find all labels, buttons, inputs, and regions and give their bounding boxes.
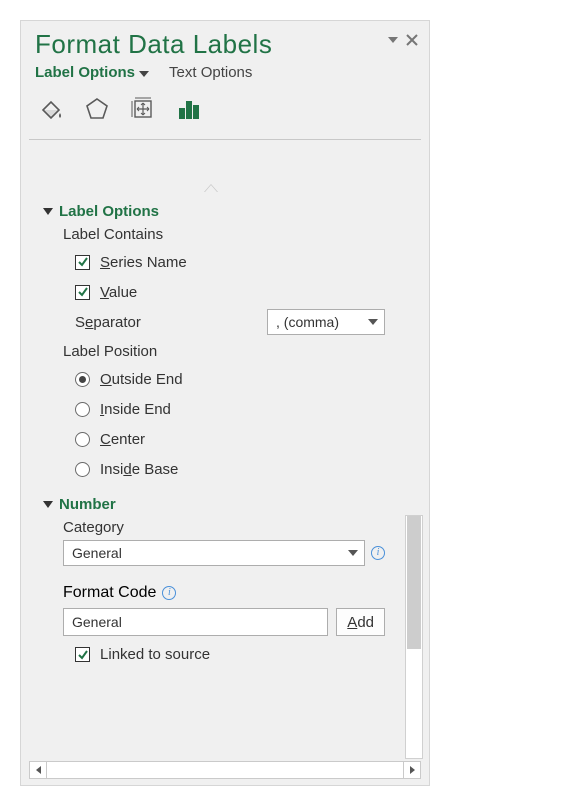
checkbox-series-name[interactable]: Series Name [75, 249, 421, 275]
scrollbar-track[interactable] [47, 761, 403, 779]
section-label-options[interactable]: Label Options [45, 203, 421, 220]
outside-end-label: Outside End [100, 371, 183, 388]
vertical-scrollbar[interactable] [405, 515, 423, 759]
format-code-label: Format Code [63, 584, 156, 602]
separator-row: Separator , (comma) [75, 309, 385, 335]
size-properties-icon[interactable] [127, 93, 159, 125]
chevron-down-icon [139, 71, 149, 77]
chevron-down-icon [368, 319, 378, 325]
inside-end-label: Inside End [100, 401, 171, 418]
info-icon[interactable]: i [162, 586, 176, 600]
panel-body: Label Options Label Contains Series Name… [21, 191, 429, 761]
radio-outside-end[interactable]: Outside End [75, 366, 421, 392]
checkbox-value[interactable]: Value [75, 279, 421, 305]
category-icon-row [21, 87, 429, 139]
collapse-icon [43, 208, 53, 215]
scroll-right-button[interactable] [403, 761, 421, 779]
effects-icon[interactable] [81, 93, 113, 125]
radio-inside-end[interactable]: Inside End [75, 396, 421, 422]
section-number-title: Number [59, 496, 116, 513]
radio-icon [75, 402, 90, 417]
inside-base-label: Inside Base [100, 461, 178, 478]
task-pane-options-icon[interactable] [387, 34, 399, 46]
scrollbar-thumb[interactable] [407, 516, 421, 649]
info-icon[interactable]: i [371, 546, 385, 560]
scroll-left-button[interactable] [29, 761, 47, 779]
add-button[interactable]: Add [336, 608, 385, 636]
radio-icon [75, 372, 90, 387]
divider [29, 139, 421, 140]
section-number[interactable]: Number [45, 496, 421, 513]
section-label-options-title: Label Options [59, 203, 159, 220]
checkbox-linked-to-source[interactable]: Linked to source [75, 646, 421, 663]
label-contains-heading: Label Contains [63, 226, 421, 243]
separator-dropdown[interactable]: , (comma) [267, 309, 385, 335]
separator-value: , (comma) [276, 314, 339, 330]
checkbox-icon [75, 285, 90, 300]
triangle-left-icon [36, 766, 41, 774]
collapse-icon [43, 501, 53, 508]
close-icon[interactable] [405, 33, 419, 47]
fill-line-icon[interactable] [35, 93, 67, 125]
triangle-right-icon [410, 766, 415, 774]
radio-icon [75, 462, 90, 477]
label-position-heading: Label Position [63, 343, 421, 360]
category-dropdown[interactable]: General [63, 540, 365, 566]
horizontal-scrollbar[interactable] [29, 761, 421, 779]
tab-text-options[interactable]: Text Options [169, 64, 252, 81]
label-options-icon[interactable] [173, 93, 205, 125]
radio-inside-base[interactable]: Inside Base [75, 456, 421, 482]
radio-icon [75, 432, 90, 447]
titlebar: Format Data Labels [21, 21, 429, 60]
value-label: Value [100, 284, 137, 301]
format-code-input[interactable] [63, 608, 328, 636]
checkbox-icon [75, 255, 90, 270]
options-tabs: Label Options Text Options [21, 60, 429, 87]
checkbox-icon [75, 647, 90, 662]
series-name-label: Series Name [100, 254, 187, 271]
category-value: General [72, 545, 122, 561]
center-label: Center [100, 431, 145, 448]
tab-label-options-text: Label Options [35, 64, 135, 81]
category-label: Category [63, 519, 421, 536]
chevron-down-icon [348, 550, 358, 556]
linked-label: Linked to source [100, 646, 210, 663]
format-data-labels-panel: Format Data Labels Label Options Text Op… [20, 20, 430, 786]
separator-label: Separator [75, 314, 141, 331]
tab-label-options[interactable]: Label Options [35, 64, 149, 81]
radio-center[interactable]: Center [75, 426, 421, 452]
panel-title: Format Data Labels [35, 29, 272, 60]
